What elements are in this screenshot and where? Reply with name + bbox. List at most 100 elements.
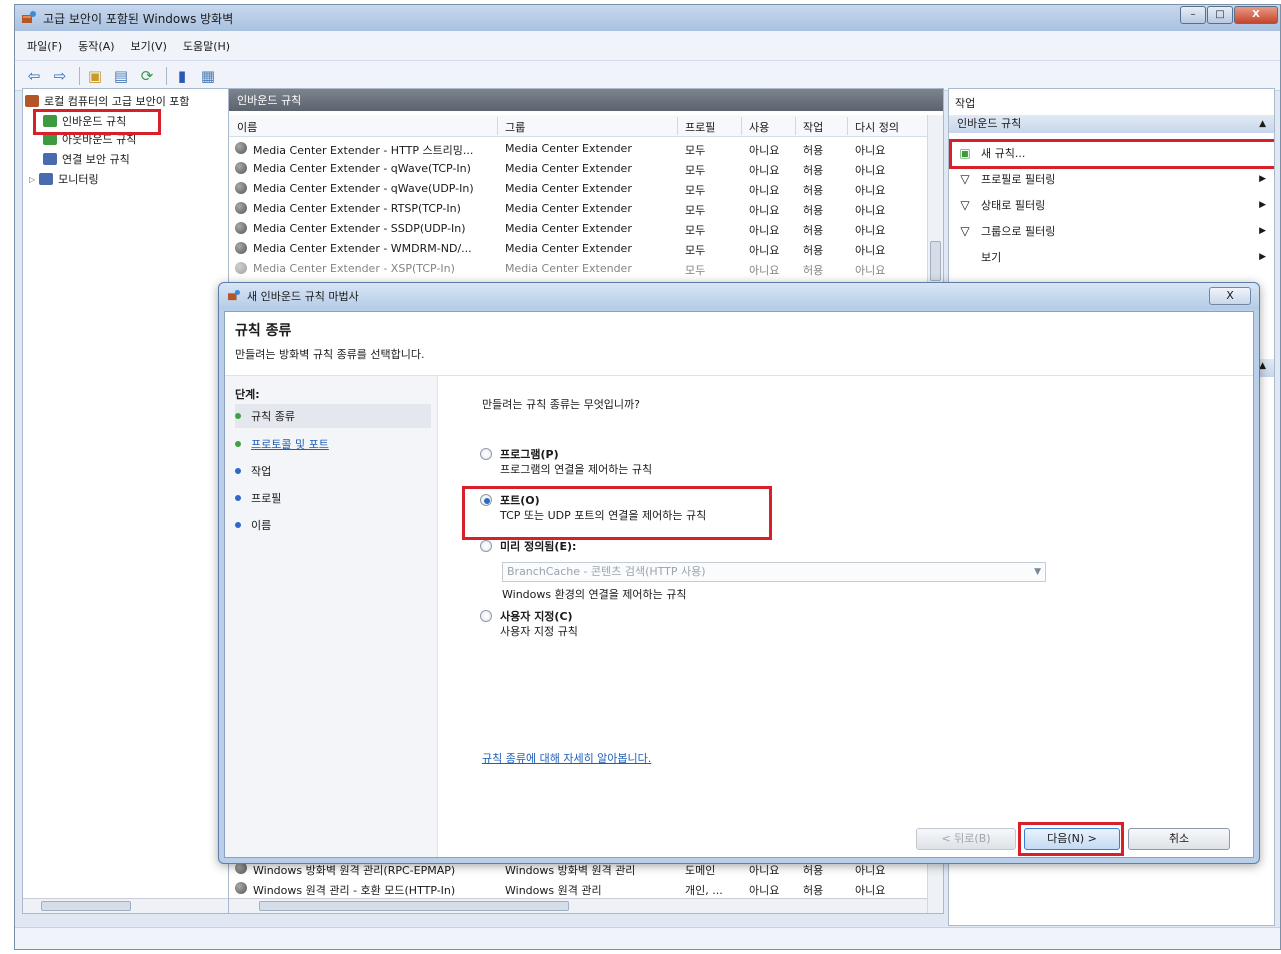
dialog-close-button[interactable]: X (1209, 287, 1251, 305)
table-cell: 아니요 (749, 244, 780, 257)
new-inbound-rule-wizard: 새 인바운드 규칙 마법사 X 규칙 종류 만들려는 방화벽 규칙 종류를 선택… (218, 282, 1260, 864)
table-row[interactable]: Windows 원격 관리 - 호환 모드(HTTP-In) Windows 원격… (229, 879, 927, 899)
column-divider[interactable] (497, 117, 498, 135)
tree-root[interactable]: 로컬 컴퓨터의 고급 보안이 포함 (25, 93, 190, 109)
column-header-override[interactable]: 다시 정의 (855, 119, 899, 135)
step-protocol-and-ports[interactable]: 프로토콜 및 포트 (235, 436, 329, 452)
submenu-arrow-icon: ▶ (1259, 252, 1266, 262)
action-filter-by-profile[interactable]: ▽ 프로필로 필터링 ▶ (949, 167, 1274, 191)
radio-custom[interactable] (480, 610, 492, 622)
action-label: 보기 (981, 251, 1002, 264)
action-view[interactable]: 보기 ▶ (949, 245, 1274, 269)
tree-item-monitoring[interactable]: ▷ 모니터링 (29, 171, 99, 187)
table-cell: 아니요 (749, 204, 780, 217)
help-icon[interactable]: ▮ (171, 65, 193, 87)
rule-status-icon (235, 142, 247, 154)
menu-file[interactable]: 파일(F) (27, 38, 62, 54)
collapse-arrow-icon[interactable]: ▲ (1259, 361, 1266, 371)
table-row[interactable]: Media Center Extender - XSP(TCP-In) Media… (229, 259, 927, 279)
rule-status-icon (235, 262, 247, 274)
submenu-arrow-icon: ▶ (1259, 174, 1266, 184)
column-header-group[interactable]: 그룹 (505, 119, 525, 135)
scroll-thumb[interactable] (930, 241, 941, 281)
action-filter-by-group[interactable]: ▽ 그룹으로 필터링 ▶ (949, 219, 1274, 243)
learn-more-link[interactable]: 규칙 종류에 대해 자세히 알아봅니다. (482, 750, 651, 766)
title-bar[interactable]: 고급 보안이 포함된 Windows 방화벽 – □ X (15, 5, 1280, 31)
tree-horizontal-scrollbar[interactable] (23, 898, 229, 913)
console-icon[interactable]: ▦ (197, 65, 219, 87)
column-divider[interactable] (677, 117, 678, 135)
table-cell: Windows 방화벽 원격 관리(RPC-EPMAP) (253, 864, 456, 877)
menu-help[interactable]: 도움말(H) (183, 38, 230, 54)
chevron-down-icon[interactable]: ▼ (1034, 563, 1041, 581)
dialog-title-bar[interactable]: 새 인바운드 규칙 마법사 X (219, 283, 1259, 309)
column-divider[interactable] (847, 117, 848, 135)
predefined-rule-select[interactable]: BranchCache - 콘텐츠 검색(HTTP 사용) ▼ (502, 562, 1046, 582)
table-cell: 아니요 (749, 164, 780, 177)
table-cell: 모두 (685, 224, 706, 237)
column-header-profile[interactable]: 프로필 (685, 119, 715, 135)
cancel-button[interactable]: 취소 (1128, 828, 1230, 850)
maximize-button[interactable]: □ (1207, 6, 1233, 24)
collapse-arrow-icon[interactable]: ▲ (1259, 115, 1266, 133)
expand-arrow-icon[interactable]: ▷ (29, 175, 35, 184)
minimize-button[interactable]: – (1180, 6, 1206, 24)
scroll-thumb[interactable] (41, 901, 131, 911)
actions-title: 작업 (955, 97, 976, 110)
back-arrow-icon[interactable]: ⇦ (23, 65, 45, 87)
back-button[interactable]: < 뒤로(B) (916, 828, 1016, 850)
toolbar-separator (166, 66, 167, 85)
filter-icon: ▽ (960, 224, 970, 238)
properties-icon[interactable]: ▤ (110, 65, 132, 87)
forward-arrow-icon[interactable]: ⇨ (49, 65, 71, 87)
refresh-icon[interactable]: ⟳ (136, 65, 158, 87)
table-row[interactable]: Media Center Extender - RTSP(TCP-In) Medi… (229, 199, 927, 219)
table-row[interactable]: Media Center Extender - SSDP(UDP-In) Medi… (229, 219, 927, 239)
action-filter-by-state[interactable]: ▽ 상태로 필터링 ▶ (949, 193, 1274, 217)
highlight-inbound-rules (33, 109, 161, 135)
table-cell: 아니요 (749, 184, 780, 197)
option-description: Windows 환경의 연결을 제어하는 규칙 (502, 588, 687, 601)
next-button[interactable]: 다음(N) > (1024, 828, 1120, 850)
table-cell: 아니요 (749, 144, 780, 157)
window-title: 고급 보안이 포함된 Windows 방화벽 (43, 11, 234, 26)
radio-predefined[interactable] (480, 540, 492, 552)
table-cell: Media Center Extender - SSDP(UDP-In) (253, 222, 466, 235)
column-divider[interactable] (795, 117, 796, 135)
dialog-body: 규칙 종류 만들려는 방화벽 규칙 종류를 선택합니다. 단계: 규칙 종류 프… (224, 311, 1254, 858)
radio-program[interactable] (480, 448, 492, 460)
step-bullet-icon (235, 441, 241, 447)
menu-action[interactable]: 동작(A) (78, 38, 114, 54)
table-cell: 모두 (685, 164, 706, 177)
table-cell: Media Center Extender (505, 142, 632, 155)
dialog-header: 규칙 종류 만들려는 방화벽 규칙 종류를 선택합니다. (225, 312, 1253, 376)
column-header-name[interactable]: 이름 (237, 119, 257, 135)
close-button[interactable]: X (1234, 6, 1278, 24)
radio-port[interactable] (480, 494, 492, 506)
action-label: 프로필로 필터링 (981, 173, 1056, 186)
table-cell: 아니요 (855, 884, 886, 897)
table-cell: Windows 방화벽 원격 관리 (505, 864, 636, 877)
table-cell: 아니요 (749, 264, 780, 277)
table-cell: 허용 (803, 264, 824, 277)
table-row[interactable]: Media Center Extender - HTTP 스트리밍... Medi… (229, 139, 927, 159)
up-folder-icon[interactable]: ▣ (84, 65, 106, 87)
table-cell: 허용 (803, 224, 824, 237)
menu-view[interactable]: 보기(V) (131, 38, 167, 54)
table-row[interactable]: Media Center Extender - WMDRM-ND/... Medi… (229, 239, 927, 259)
column-header-action[interactable]: 작업 (803, 119, 823, 135)
table-row[interactable]: Media Center Extender - qWave(TCP-In) Med… (229, 159, 927, 179)
column-header-enabled[interactable]: 사용 (749, 119, 769, 135)
table-cell: Media Center Extender - HTTP 스트리밍... (253, 144, 474, 157)
option-label: 프로그램(P) (500, 448, 559, 461)
column-divider[interactable] (741, 117, 742, 135)
table-cell: 개인, ... (685, 884, 723, 897)
actions-section-inbound[interactable]: 인바운드 규칙 ▲ (949, 115, 1274, 133)
table-cell: 모두 (685, 204, 706, 217)
scroll-thumb[interactable] (259, 901, 569, 911)
table-cell: Media Center Extender - XSP(TCP-In) (253, 262, 455, 275)
tree-item-connection-security[interactable]: 연결 보안 규칙 (43, 151, 130, 167)
rule-type-question: 만들려는 규칙 종류는 무엇입니까? (482, 398, 641, 411)
list-horizontal-scrollbar[interactable] (229, 898, 927, 913)
table-row[interactable]: Media Center Extender - qWave(UDP-In) Med… (229, 179, 927, 199)
